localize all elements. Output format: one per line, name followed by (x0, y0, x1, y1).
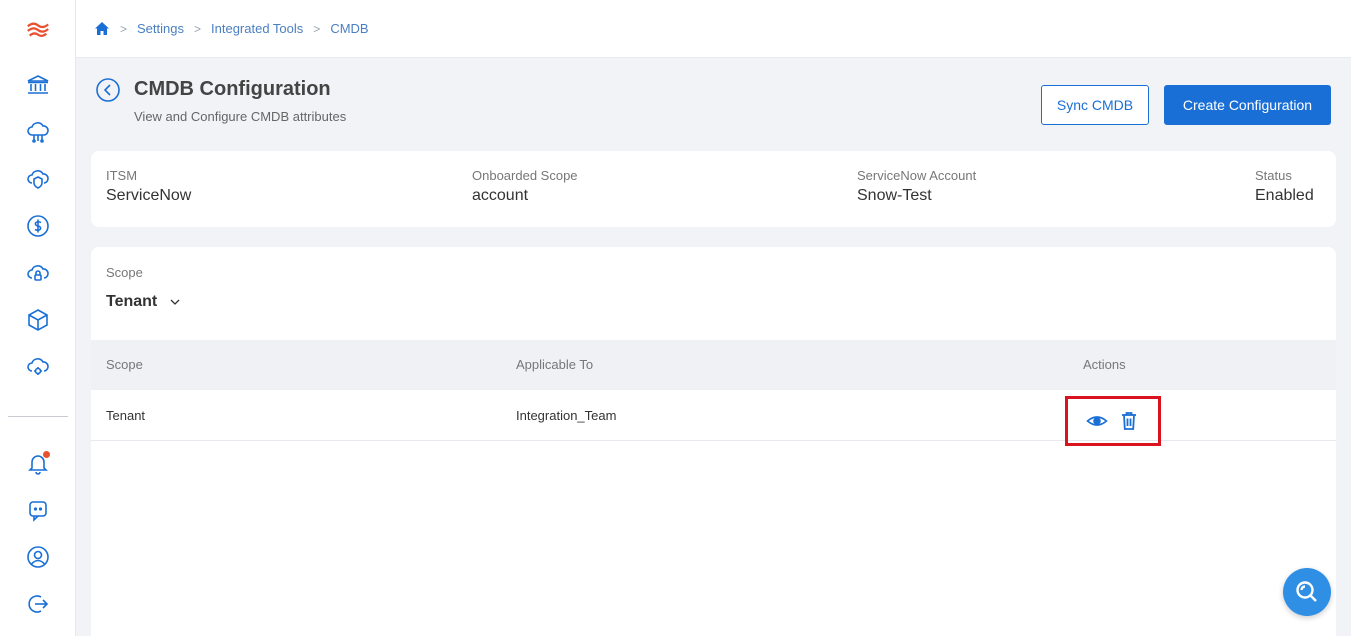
breadcrumb-settings[interactable]: Settings (137, 21, 184, 36)
scope-dropdown[interactable]: Tenant (106, 293, 181, 311)
back-arrow-icon (96, 78, 120, 102)
home-icon[interactable] (94, 21, 110, 37)
cloud-shield-icon[interactable] (24, 165, 52, 193)
delete-trash-icon[interactable] (1118, 410, 1140, 432)
row-scope: Tenant (106, 408, 146, 423)
onboarded-scope-value: account (472, 187, 529, 204)
sidebar-divider (8, 416, 68, 417)
onboarded-scope-field: Onboarded Scope account (472, 168, 578, 205)
row-actions (1065, 396, 1161, 446)
search-icon (1296, 581, 1317, 602)
sync-cmdb-button[interactable]: Sync CMDB (1041, 85, 1149, 125)
column-header-applicable-to: Applicable To (516, 357, 594, 372)
breadcrumb-integrated-tools[interactable]: Integrated Tools (211, 21, 303, 36)
itsm-field: ITSM ServiceNow (106, 168, 191, 205)
itsm-label: ITSM (106, 168, 138, 183)
table-header: Scope Applicable To Actions (91, 340, 1336, 390)
itsm-value: ServiceNow (106, 187, 192, 204)
logo-icon[interactable] (24, 16, 52, 44)
onboarded-scope-label: Onboarded Scope (472, 168, 578, 183)
logout-icon[interactable] (24, 590, 52, 618)
bell-icon[interactable] (24, 449, 52, 477)
cloud-gear-icon[interactable] (24, 353, 52, 381)
user-icon[interactable] (24, 543, 52, 571)
cloud-network-icon[interactable] (24, 118, 52, 146)
table-row: Tenant Integration_Team (91, 390, 1336, 446)
chevron-right-icon: > (120, 21, 128, 36)
sidebar (0, 0, 76, 636)
back-button[interactable] (96, 78, 120, 102)
scope-selected-value: Tenant (106, 293, 158, 310)
status-value: Enabled (1255, 187, 1314, 204)
column-header-actions: Actions (1083, 357, 1126, 372)
breadcrumb: > Settings > Integrated Tools > CMDB (76, 0, 1351, 58)
status-field: Status Enabled (1255, 168, 1314, 205)
scope-card: Scope Tenant Scope Applicable To Actions… (91, 247, 1336, 636)
breadcrumb-cmdb[interactable]: CMDB (330, 21, 368, 36)
scope-label: Scope (106, 265, 143, 280)
info-card: ITSM ServiceNow Onboarded Scope account … (91, 151, 1336, 227)
page-title: CMDB Configuration (134, 78, 331, 100)
chevron-down-icon (170, 299, 180, 305)
view-eye-icon[interactable] (1086, 410, 1108, 432)
cube-icon[interactable] (24, 306, 52, 334)
dollar-icon[interactable] (24, 212, 52, 240)
chevron-right-icon: > (194, 21, 202, 36)
servicenow-account-field: ServiceNow Account Snow-Test (857, 168, 976, 205)
chat-icon[interactable] (24, 496, 52, 524)
column-header-scope: Scope (106, 357, 143, 372)
page-subtitle: View and Configure CMDB attributes (134, 109, 347, 124)
row-applicable-to: Integration_Team (516, 408, 617, 423)
servicenow-account-value: Snow-Test (857, 187, 932, 204)
bank-icon[interactable] (24, 71, 52, 99)
servicenow-account-label: ServiceNow Account (857, 168, 977, 183)
status-label: Status (1255, 168, 1292, 183)
chevron-right-icon: > (313, 21, 321, 36)
notification-dot (43, 451, 50, 458)
floating-search-button[interactable] (1283, 568, 1331, 616)
create-configuration-button[interactable]: Create Configuration (1164, 85, 1331, 125)
cloud-lock-icon[interactable] (24, 259, 52, 287)
